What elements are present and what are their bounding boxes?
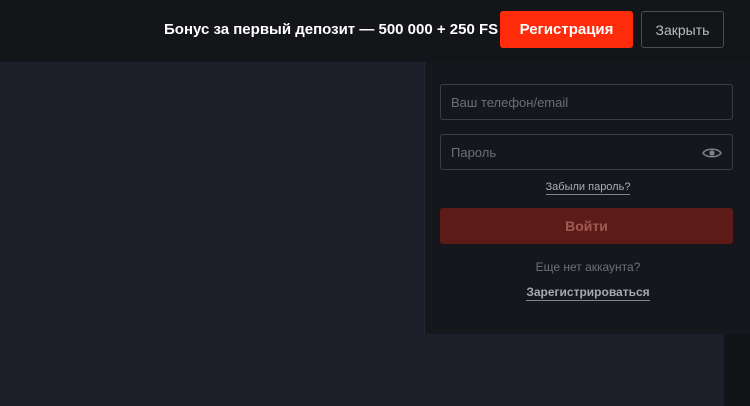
top-bar: Бонус за первый депозит — 500 000 + 250 …: [0, 0, 750, 62]
forgot-password-link[interactable]: Забыли пароль?: [545, 181, 631, 195]
eye-icon[interactable]: [702, 146, 722, 160]
signup-link[interactable]: Зарегистрироваться: [526, 285, 650, 301]
no-account-text: Еще нет аккаунта?: [535, 260, 641, 274]
close-button[interactable]: Закрыть: [641, 11, 724, 48]
forgot-password: Забыли пароль?: [425, 180, 750, 195]
email-phone-input[interactable]: [440, 84, 733, 120]
password-input[interactable]: [440, 134, 733, 170]
signup: Зарегистрироваться: [425, 285, 750, 301]
login-panel: Забыли пароль? Войти Еще нет аккаунта? З…: [424, 62, 750, 334]
login-button[interactable]: Войти: [440, 208, 733, 244]
bonus-promo-text: Бонус за первый депозит — 500 000 + 250 …: [164, 21, 499, 38]
register-button[interactable]: Регистрация: [500, 11, 633, 48]
